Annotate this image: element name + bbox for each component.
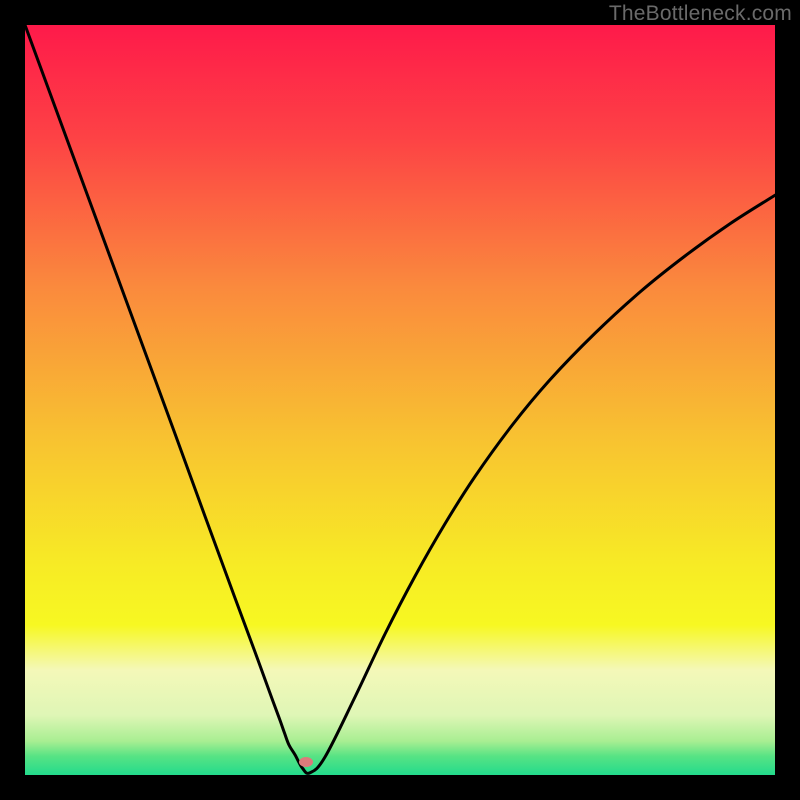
plot-area — [25, 25, 775, 775]
chart-frame: TheBottleneck.com — [0, 0, 800, 800]
watermark-text: TheBottleneck.com — [609, 2, 792, 26]
optimal-point-marker — [299, 757, 313, 767]
bottleneck-curve — [25, 25, 775, 775]
